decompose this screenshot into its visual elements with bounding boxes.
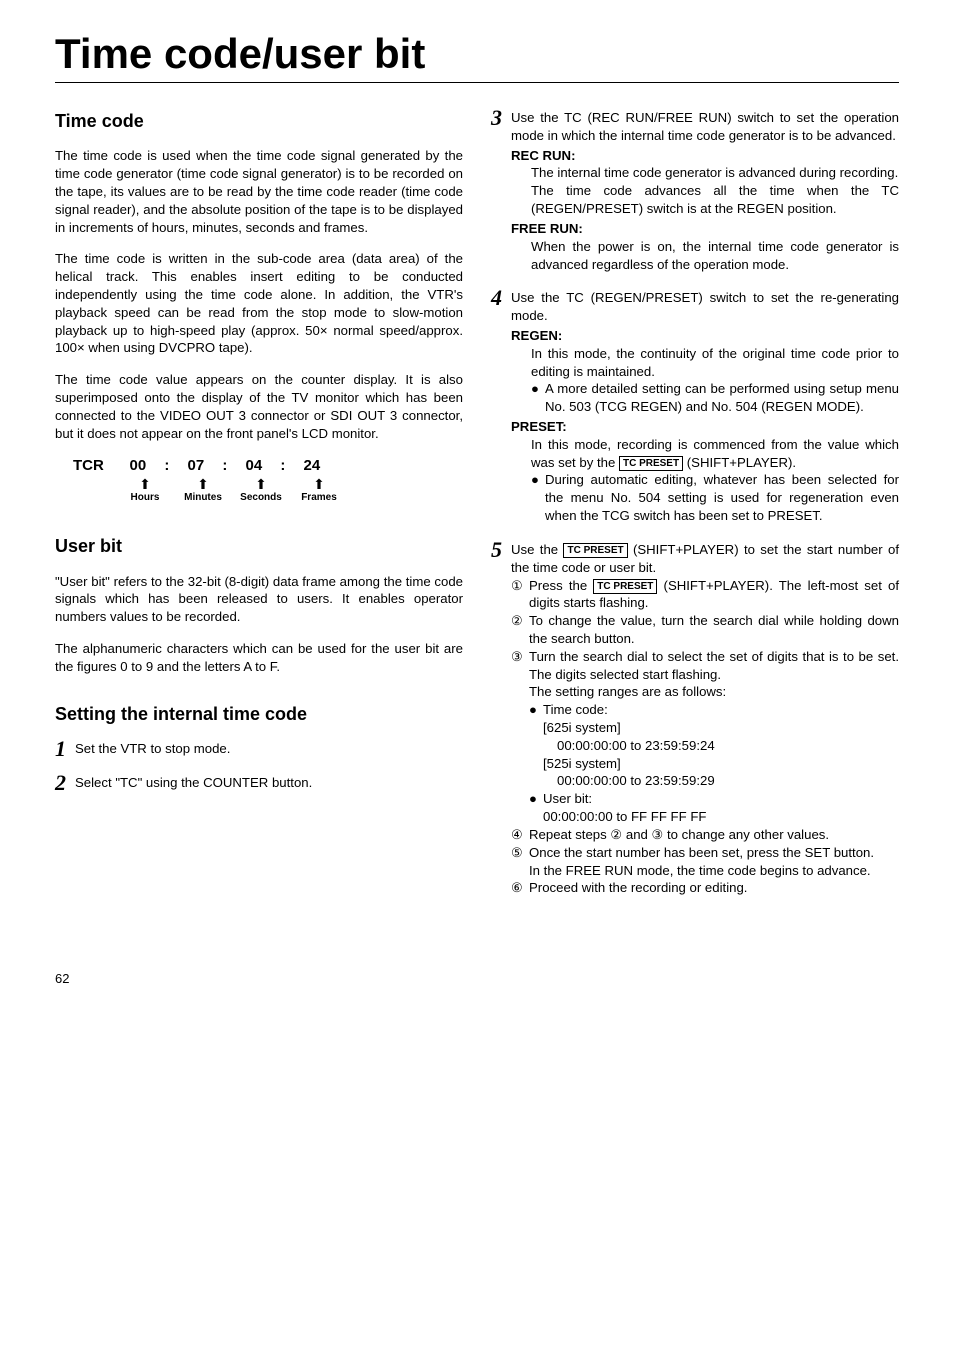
regen-bullet: ● A more detailed setting can be perform… [531,380,899,416]
sys-625: [625i system] [543,719,899,737]
arrow-up-icon: ⬆ [297,477,341,491]
preset-label: PRESET: [511,418,899,436]
substep-2-text: To change the value, turn the search dia… [529,612,899,648]
tcr-label-seconds: Seconds [239,491,283,505]
tc-preset-box: TC PRESET [563,543,627,558]
step-2-body: Select "TC" using the COUNTER button. [75,774,463,794]
circled-3-icon: ③ [511,648,529,826]
substep-4-text: Repeat steps ② and ③ to change any other… [529,826,899,844]
heading-time-code: Time code [55,109,463,133]
title-rule [55,82,899,83]
left-column: Time code The time code is used when the… [55,109,463,911]
tcr-label-minutes: Minutes [181,491,225,505]
circled-1-icon: ① [511,577,529,613]
step-number-2: 2 [55,772,75,794]
tcr-label-row: Hours Minutes Seconds Frames [123,491,463,505]
circled-2-icon: ② [511,612,529,648]
tcr-arrows: ⬆ ⬆ ⬆ ⬆ [123,477,463,491]
free-run-label: FREE RUN: [511,220,899,238]
regen-label: REGEN: [511,327,899,345]
arrow-up-icon: ⬆ [123,477,167,491]
tcr-example: TCR 00 : 07 : 04 : 24 ⬆ ⬆ [73,456,463,504]
step-1: 1 Set the VTR to stop mode. [55,740,463,760]
substep-4: ④ Repeat steps ② and ③ to change any oth… [511,826,899,844]
bullet-dot-icon: ● [531,471,545,524]
user-bit-range: 00:00:00:00 to FF FF FF FF [543,808,899,826]
user-bit-p1: "User bit" refers to the 32-bit (8-digit… [55,573,463,626]
range-625: 00:00:00:00 to 23:59:59:24 [557,737,899,755]
bullet-dot-icon: ● [529,790,543,808]
substep-2: ② To change the value, turn the search d… [511,612,899,648]
tcr-row: TCR 00 : 07 : 04 : 24 [73,456,463,476]
rec-run-p1: The internal time code generator is adva… [531,164,899,182]
substep-1: ① Press the TC PRESET (SHIFT+PLAYER). Th… [511,577,899,613]
rec-run-p2: The time code advances all the time when… [531,182,899,218]
step-3: 3 Use the TC (REC RUN/FREE RUN) switch t… [491,109,899,273]
bullet-dot-icon: ● [529,701,543,719]
tcr-seconds: 04 [232,456,276,476]
heading-user-bit: User bit [55,534,463,558]
sys-525: [525i system] [543,755,899,773]
tc-preset-box: TC PRESET [619,456,683,471]
substep-3-text-b: The setting ranges are as follows: [529,683,899,701]
step-5: 5 Use the TC PRESET (SHIFT+PLAYER) to se… [491,541,899,897]
step-4-lead: Use the TC (REGEN/PRESET) switch to set … [511,289,899,325]
main-title: Time code/user bit [55,30,899,78]
columns: Time code The time code is used when the… [55,109,899,911]
tcr-label-frames: Frames [297,491,341,505]
page-number: 62 [55,971,899,986]
substep-6-text: Proceed with the recording or editing. [529,879,899,897]
substep-1-text: Press the TC PRESET (SHIFT+PLAYER). The … [529,577,899,613]
time-code-bullet: ● Time code: [529,701,899,719]
substep-5-text-a: Once the start number has been set, pres… [529,844,899,862]
tcr-label: TCR [73,456,104,476]
arrow-up-icon: ⬆ [181,477,225,491]
preset-p: In this mode, recording is commenced fro… [531,436,899,472]
tcr-hours: 00 [116,456,160,476]
time-code-p2: The time code is written in the sub-code… [55,250,463,357]
free-run-p: When the power is on, the internal time … [531,238,899,274]
step-4: 4 Use the TC (REGEN/PRESET) switch to se… [491,289,899,525]
tcr-minutes: 07 [174,456,218,476]
substep-6: ⑥ Proceed with the recording or editing. [511,879,899,897]
rec-run-label: REC RUN: [511,147,899,165]
page: Time code/user bit Time code The time co… [0,0,954,1016]
user-bit-bullet-label: User bit: [543,790,592,808]
substep-5: ⑤ Once the start number has been set, pr… [511,844,899,880]
step-1-body: Set the VTR to stop mode. [75,740,463,760]
range-525: 00:00:00:00 to 23:59:59:29 [557,772,899,790]
right-column: 3 Use the TC (REC RUN/FREE RUN) switch t… [491,109,899,911]
regen-p: In this mode, the continuity of the orig… [531,345,899,381]
substep-3-text-a: Turn the search dial to select the set o… [529,648,899,684]
tcr-label-hours: Hours [123,491,167,505]
time-code-p3: The time code value appears on the count… [55,371,463,442]
heading-setting-internal-tc: Setting the internal time code [55,702,463,726]
circled-5-icon: ⑤ [511,844,529,880]
tc-preset-box: TC PRESET [593,579,657,594]
step-number-1: 1 [55,738,75,760]
arrow-up-icon: ⬆ [239,477,283,491]
preset-bullet: ● During automatic editing, whatever has… [531,471,899,524]
circled-6-icon: ⑥ [511,879,529,897]
step-number-4: 4 [491,287,511,525]
preset-bullet-text: During automatic editing, whatever has b… [545,471,899,524]
step-number-3: 3 [491,107,511,273]
substep-5-text-b: In the FREE RUN mode, the time code begi… [529,862,899,880]
time-code-bullet-label: Time code: [543,701,608,719]
regen-bullet-text: A more detailed setting can be performed… [545,380,899,416]
substep-3: ③ Turn the search dial to select the set… [511,648,899,826]
circled-4-icon: ④ [511,826,529,844]
time-code-p1: The time code is used when the time code… [55,147,463,236]
step-5-lead: Use the TC PRESET (SHIFT+PLAYER) to set … [511,541,899,577]
tcr-frames: 24 [290,456,334,476]
user-bit-p2: The alphanumeric characters which can be… [55,640,463,676]
step-3-lead: Use the TC (REC RUN/FREE RUN) switch to … [511,109,899,145]
user-bit-bullet: ● User bit: [529,790,899,808]
step-number-5: 5 [491,539,511,897]
step-2: 2 Select "TC" using the COUNTER button. [55,774,463,794]
bullet-dot-icon: ● [531,380,545,416]
